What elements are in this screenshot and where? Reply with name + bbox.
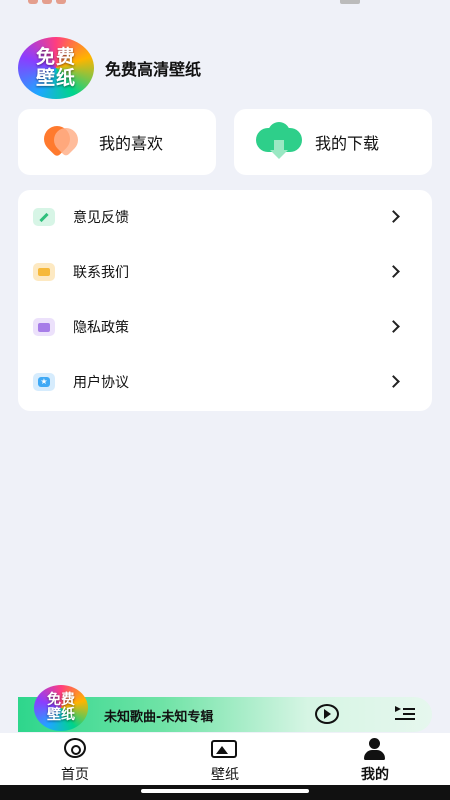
my-favorites-button[interactable]: 我的喜欢	[18, 109, 216, 175]
album-art: 免费 壁纸	[34, 685, 88, 731]
heart-icon	[38, 120, 86, 162]
profile-title: 免费高清壁纸	[105, 60, 202, 79]
album-art-line2: 壁纸	[47, 707, 75, 723]
person-icon	[361, 738, 389, 760]
track-title: 未知歌曲-未知专辑	[104, 710, 214, 725]
menu-item-feedback[interactable]: 意见反馈	[18, 197, 432, 237]
image-icon	[211, 738, 239, 760]
tab-mine[interactable]: 我的	[325, 733, 425, 785]
music-disc-icon	[61, 738, 89, 760]
menu-item-contact[interactable]: 联系我们	[18, 252, 432, 292]
album-art-line1: 免费	[47, 692, 75, 708]
logo-text-line1: 免费	[35, 46, 76, 68]
play-button[interactable]	[315, 704, 339, 724]
tab-home[interactable]: 首页	[25, 733, 125, 785]
cloud-download-icon	[256, 122, 302, 162]
playlist-icon[interactable]	[395, 706, 415, 722]
menu-item-label: 联系我们	[73, 265, 129, 281]
tab-label: 我的	[361, 767, 389, 783]
status-signal-icon	[340, 0, 360, 4]
chevron-right-icon	[387, 320, 400, 333]
menu-item-label: 用户协议	[73, 375, 129, 391]
my-favorites-label: 我的喜欢	[99, 134, 164, 153]
app-logo: 免费 壁纸	[18, 37, 94, 99]
mini-player[interactable]: 免费 壁纸 未知歌曲-未知专辑	[18, 685, 432, 732]
settings-menu: 意见反馈 联系我们 隐私政策 ★ 用户协议	[18, 190, 432, 411]
tab-wallpaper[interactable]: 壁纸	[175, 733, 275, 785]
envelope-icon	[33, 263, 55, 281]
logo-text-line2: 壁纸	[35, 67, 76, 89]
chevron-right-icon	[387, 375, 400, 388]
message-icon	[33, 318, 55, 336]
chevron-right-icon	[387, 210, 400, 223]
pencil-icon	[33, 208, 55, 226]
home-indicator[interactable]	[141, 789, 309, 793]
chevron-right-icon	[387, 265, 400, 278]
menu-item-user-agreement[interactable]: ★ 用户协议	[18, 362, 432, 402]
status-notification-icons	[28, 0, 66, 4]
my-downloads-label: 我的下载	[315, 134, 380, 153]
my-downloads-button[interactable]: 我的下载	[234, 109, 432, 175]
status-bar	[0, 0, 450, 14]
menu-item-label: 意见反馈	[73, 210, 129, 226]
tab-label: 壁纸	[211, 767, 239, 783]
menu-item-privacy[interactable]: 隐私政策	[18, 307, 432, 347]
bottom-tab-bar: 首页 壁纸 我的	[0, 733, 450, 785]
tab-label: 首页	[61, 767, 89, 783]
profile-header: 免费 壁纸 免费高清壁纸	[18, 37, 201, 99]
menu-item-label: 隐私政策	[73, 320, 129, 336]
star-badge-icon: ★	[33, 373, 55, 391]
